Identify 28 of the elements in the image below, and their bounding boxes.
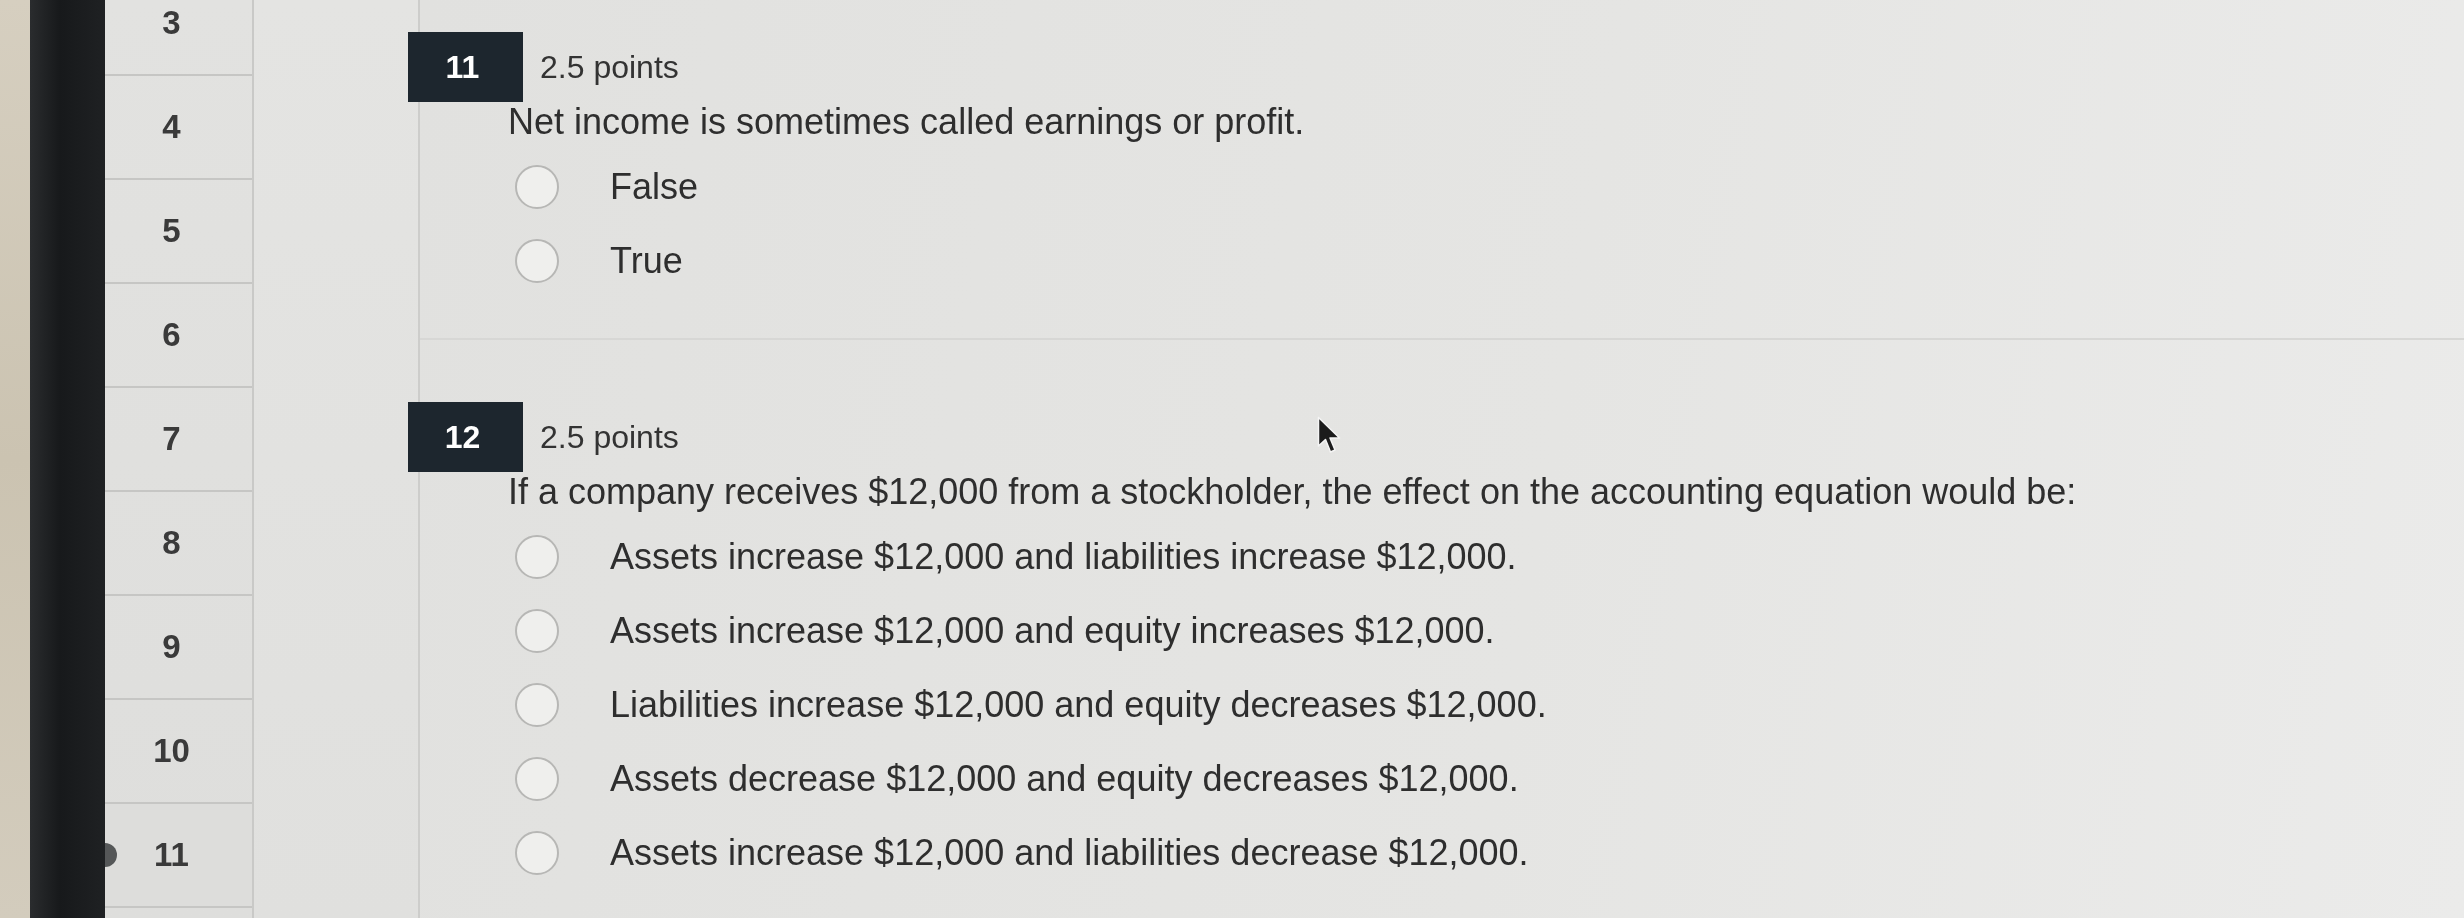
question-number: 12 [408,402,523,472]
radio-button[interactable] [515,683,559,727]
radio-button[interactable] [515,757,559,801]
option-label[interactable]: Assets increase $12,000 and liabilities increase $12,000. [610,536,1517,578]
question-nav-item[interactable]: 5 [105,180,252,284]
radio-button[interactable] [515,609,559,653]
option-label[interactable]: Assets decrease $12,000 and equity decreases $12,000. [610,758,1519,800]
points-label: 2.5 points [540,48,679,86]
question-text: If a company receives $12,000 from a stockholder, the effect on the accounting equation would be: [508,472,2077,512]
option-label[interactable]: True [610,240,683,282]
option-label[interactable]: Assets increase $12,000 and liabilities decrease $12,000. [610,832,1529,874]
question-nav-item[interactable]: 8 [105,492,252,596]
radio-button[interactable] [515,831,559,875]
radio-button[interactable] [515,239,559,283]
radio-button[interactable] [515,165,559,209]
question-text: Net income is sometimes called earnings or profit. [508,102,1305,142]
question-nav-item[interactable]: 9 [105,596,252,700]
question-nav-item[interactable]: 4 [105,76,252,180]
option-label[interactable]: Assets increase $12,000 and equity increases $12,000. [610,610,1495,652]
option-label[interactable]: Liabilities increase $12,000 and equity decreases $12,000. [610,684,1547,726]
points-label: 2.5 points [540,418,679,456]
question-nav-item[interactable]: 3 [105,0,252,76]
mouse-pointer-icon [1317,416,1341,454]
question-nav-item[interactable]: 7 [105,388,252,492]
question-number: 11 [408,32,523,102]
question-nav-item[interactable]: 6 [105,284,252,388]
radio-button[interactable] [515,535,559,579]
option-label[interactable]: False [610,166,699,208]
